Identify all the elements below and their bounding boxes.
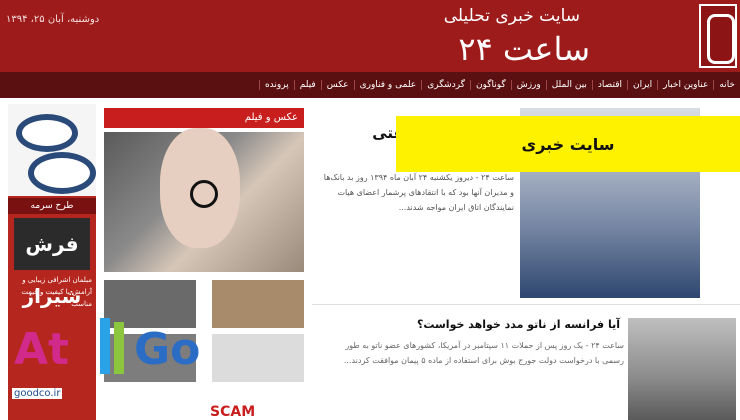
nav-item[interactable]: ایران (627, 80, 657, 90)
photo-section-title[interactable]: عکس و فیلم (104, 108, 304, 128)
second-article-body: ساعت ۲۴ - یک روز پس از حملات ۱۱ سپتامبر … (343, 341, 624, 365)
watermark-bar (114, 322, 124, 374)
nav-item[interactable]: فیلم (293, 80, 321, 90)
ad-text: مبلمان اشرافی زیبایی و آرامش با کیفیت و … (21, 276, 92, 308)
nav-item[interactable]: بین الملل (545, 80, 592, 90)
nav-item[interactable]: گوناگون (469, 80, 511, 90)
nav-item[interactable]: پرونده (258, 80, 294, 90)
nav-item[interactable]: علمی و فناوری (353, 80, 422, 90)
nav-item[interactable]: خانه (713, 80, 740, 90)
thumbnail-image[interactable] (212, 334, 304, 382)
second-headline[interactable]: آیا فرانسه از ناتو مدد خواهد خواست؟ (330, 318, 620, 331)
main-article-body: ساعت ۲۴ - دیروز یکشنبه ۲۴ آبان ماه ۱۳۹۴ … (323, 173, 514, 212)
date-label: دوشنبه، آبان ۲۵، ۱۳۹۴ (6, 14, 100, 25)
plate-icon (16, 114, 78, 152)
site-logo[interactable] (699, 4, 737, 68)
brand-watermark: At Go (14, 318, 214, 384)
nav-item[interactable]: عناوین اخبار (657, 80, 713, 90)
watermark-at: At (14, 324, 70, 375)
nav-item[interactable]: گردشگری (421, 80, 470, 90)
nav-item[interactable]: ورزش (510, 80, 546, 90)
second-article-photo[interactable] (628, 318, 736, 420)
thumbnail-image[interactable] (212, 280, 304, 328)
ad-domain[interactable]: goodco.ir (12, 388, 63, 399)
nav-item[interactable]: عکس (320, 80, 354, 90)
site-header: سایت خبری تحلیلی ساعت ۲۴ دوشنبه، آبان ۲۵… (0, 0, 740, 72)
bottom-red-text: SCAM (210, 404, 256, 420)
nav-item[interactable]: اقتصاد (591, 80, 627, 90)
ad-title: طرح سرمه (8, 198, 96, 214)
site-subtitle: سایت خبری تحلیلی (443, 6, 580, 26)
main-navigation: خانه عناوین اخبار ایران اقتصاد بین الملل ورزش… (0, 72, 740, 98)
ad-plates-image[interactable] (8, 104, 96, 196)
ad-logo[interactable]: فرش شیراز (14, 218, 90, 308)
overlay-label: سایت خبری (396, 116, 740, 172)
watermark-bar (100, 318, 110, 374)
article-divider (312, 304, 740, 305)
watermark-go: Go (134, 324, 201, 375)
plate-icon (28, 152, 96, 194)
peace-sign-icon (190, 180, 218, 208)
site-name[interactable]: ساعت ۲۴ (458, 30, 590, 68)
